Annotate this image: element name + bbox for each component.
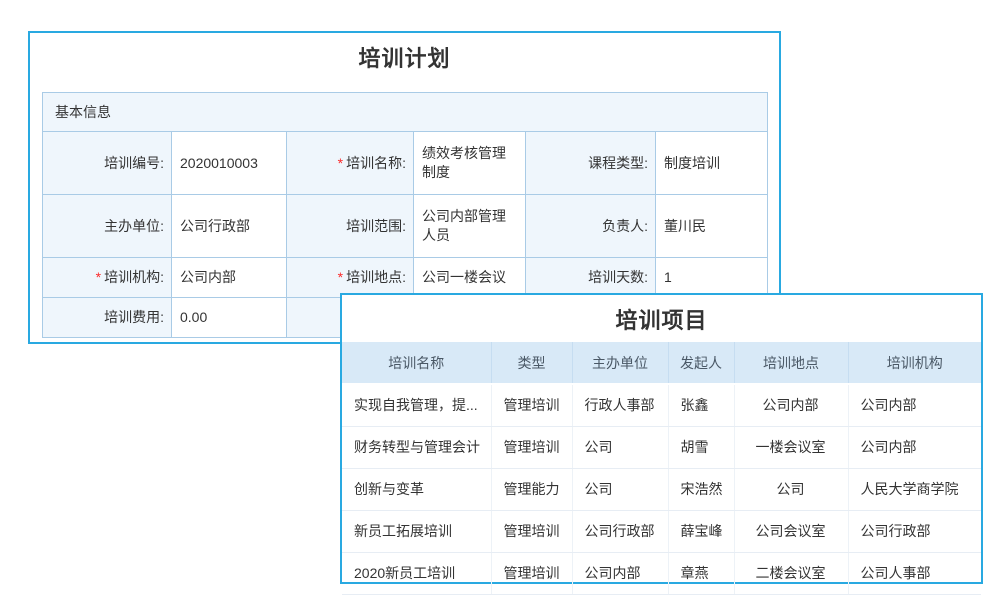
training-projects-title: 培训项目 <box>615 308 707 334</box>
required-asterisk: * <box>96 269 101 285</box>
project-initiator-link[interactable]: 胡雪 <box>668 426 734 468</box>
project-org: 公司 <box>572 468 668 510</box>
table-row: 新员工拓展培训 管理培训 公司行政部 薛宝峰 公司会议室 公司行政部 <box>342 510 981 552</box>
project-name-link[interactable]: 新员工拓展培训 <box>342 510 491 552</box>
leader-value: 董川民 <box>656 195 768 258</box>
column-header-name: 培训名称 <box>342 342 491 384</box>
project-org: 行政人事部 <box>572 384 668 426</box>
location-label: *培训地点: <box>287 258 414 298</box>
project-institution: 公司人事部 <box>848 552 981 594</box>
table-header-row: 培训名称 类型 主办单位 发起人 培训地点 培训机构 <box>342 342 981 384</box>
project-type: 管理培训 <box>491 384 572 426</box>
project-org: 公司 <box>572 426 668 468</box>
table-row: 实现自我管理，提... 管理培训 行政人事部 张鑫 公司内部 公司内部 <box>342 384 981 426</box>
project-org: 公司内部 <box>572 552 668 594</box>
table-row: 2020新员工培训 管理培训 公司内部 章燕 二楼会议室 公司人事部 <box>342 552 981 594</box>
column-header-org: 主办单位 <box>572 342 668 384</box>
project-initiator-link[interactable]: 张鑫 <box>668 384 734 426</box>
institution-value: 公司内部 <box>172 258 287 298</box>
leader-label: 负责人: <box>526 195 656 258</box>
project-name-link[interactable]: 创新与变革 <box>342 468 491 510</box>
table-row: 创新与变革 管理能力 公司 宋浩然 公司 人民大学商学院 <box>342 468 981 510</box>
training-no-value: 2020010003 <box>172 132 287 195</box>
project-institution: 公司行政部 <box>848 510 981 552</box>
days-value: 1 <box>656 258 768 298</box>
project-institution: 公司内部 <box>848 426 981 468</box>
project-location: 公司内部 <box>734 384 848 426</box>
project-location: 公司会议室 <box>734 510 848 552</box>
training-projects-title-bar: 培训项目 <box>342 295 981 338</box>
project-location: 一楼会议室 <box>734 426 848 468</box>
column-header-institution: 培训机构 <box>848 342 981 384</box>
required-asterisk: * <box>338 155 343 171</box>
training-projects-table: 培训名称 类型 主办单位 发起人 培训地点 培训机构 实现自我管理，提... 管… <box>342 342 981 595</box>
table-row: 财务转型与管理会计 管理培训 公司 胡雪 一楼会议室 公司内部 <box>342 426 981 468</box>
project-type: 管理能力 <box>491 468 572 510</box>
course-type-label: 课程类型: <box>526 132 656 195</box>
fee-value: 0.00 <box>172 298 287 338</box>
project-institution: 人民大学商学院 <box>848 468 981 510</box>
training-name-label: *培训名称: <box>287 132 414 195</box>
project-type: 管理培训 <box>491 552 572 594</box>
project-name-link[interactable]: 实现自我管理，提... <box>342 384 491 426</box>
fee-label: 培训费用: <box>43 298 172 338</box>
project-type: 管理培训 <box>491 426 572 468</box>
column-header-type: 类型 <box>491 342 572 384</box>
training-projects-panel: 培训项目 培训名称 类型 主办单位 发起人 培训地点 培训机构 实现自我管理，提… <box>340 293 983 584</box>
project-initiator-link[interactable]: 章燕 <box>668 552 734 594</box>
required-asterisk: * <box>338 269 343 285</box>
project-institution: 公司内部 <box>848 384 981 426</box>
days-label: 培训天数: <box>526 258 656 298</box>
training-no-label: 培训编号: <box>43 132 172 195</box>
project-initiator-link[interactable]: 宋浩然 <box>668 468 734 510</box>
training-name-value: 绩效考核管理制度 <box>414 132 526 195</box>
scope-label: 培训范围: <box>287 195 414 258</box>
basic-info-section-header: 基本信息 <box>43 93 768 132</box>
project-type: 管理培训 <box>491 510 572 552</box>
organizer-value: 公司行政部 <box>172 195 287 258</box>
column-header-location: 培训地点 <box>734 342 848 384</box>
project-name-link[interactable]: 2020新员工培训 <box>342 552 491 594</box>
location-value: 公司一楼会议 <box>414 258 526 298</box>
organizer-label: 主办单位: <box>43 195 172 258</box>
project-name-link[interactable]: 财务转型与管理会计 <box>342 426 491 468</box>
project-location: 二楼会议室 <box>734 552 848 594</box>
scope-value: 公司内部管理人员 <box>414 195 526 258</box>
training-plan-title: 培训计划 <box>30 46 779 72</box>
project-initiator-link[interactable]: 薛宝峰 <box>668 510 734 552</box>
project-org: 公司行政部 <box>572 510 668 552</box>
course-type-value: 制度培训 <box>656 132 768 195</box>
project-location: 公司 <box>734 468 848 510</box>
institution-label: *培训机构: <box>43 258 172 298</box>
column-header-initiator: 发起人 <box>668 342 734 384</box>
